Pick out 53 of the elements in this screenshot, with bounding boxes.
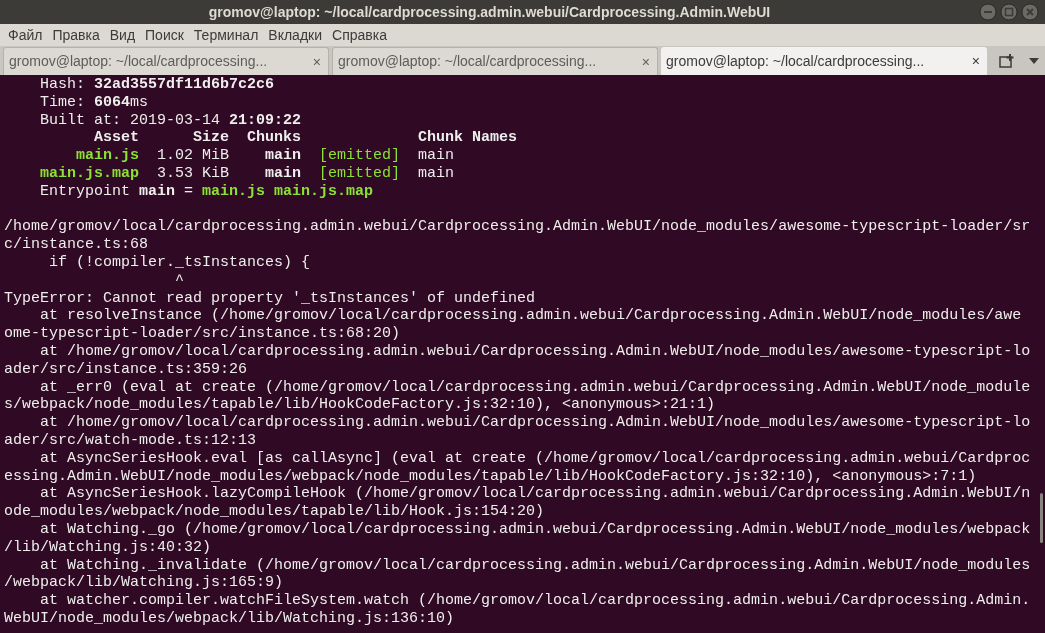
terminal-line: ader/src/watch-mode.ts:12:13 [4,431,257,450]
terminal-line: main.js 1.02 MiB main [emitted] main [75,147,455,165]
terminal-line: Time: 6064ms [39,93,149,112]
terminal-line: ome-typescript-loader/src/instance.ts:68:20) [4,325,401,343]
terminal-line: main.js.map 3.53 KiB main [emitted] main [39,165,455,183]
terminal-line: /lib/Watching.js:40:32) [4,538,212,557]
menu-item[interactable]: Вид [104,24,141,46]
terminal-line: ader/src/instance.ts:359:26 [4,360,248,379]
terminal-line: essing.Admin.WebUI/node_modules/webpack/node_modules/tapable/lib/HookCodeFactory.js:32:10), <anonymous>:7:1) [4,467,977,486]
terminal-line: /webpack/lib/Watching.js:165:9) [4,574,284,593]
menu-item[interactable]: Файл [3,24,48,46]
terminal-line: ode_modules/webpack/node_modules/tapable/lib/Hook.js:154:20) [4,503,545,521]
terminal-line: at Watching._go (/home/gromov/local/cardprocessing.admin.webui/Cardprocessing.Admin.WebUI/node_modules/webpack [39,520,1031,539]
terminal-line: at _err0 (eval at create (/home/gromov/local/cardprocessing.admin.webui/Cardprocessing.Admin.WebUI/node_module [39,378,1031,397]
menu-item[interactable]: Вкладки [263,24,328,46]
window-title: gromov@laptop: ~/local/cardprocessing.admin.webui/Cardprocessing.Admin.WebUI [208,2,771,22]
terminal-line: at watcher.compiler.watchFileSystem.watch (/home/gromov/local/cardprocessing.admin.webui/Cardprocessing.Admin. [39,592,1031,610]
close-tab-button[interactable]: × [969,54,982,68]
menu-item[interactable]: Правка [47,24,105,46]
scrollbar[interactable] [1040,493,1043,543]
terminal-line: Built at: 2019-03-14 21:09:22 [39,111,302,130]
terminal-line: at resolveInstance (/home/gromov/local/cardprocessing.admin.webui/Cardprocessing.Admin.WebUI/node_modules/awe [39,307,1022,326]
terminal-line: at AsyncSeriesHook.lazyCompileHook (/home/gromov/local/cardprocessing.admin.webui/Cardprocessing.Admin.WebUI/n [39,485,1031,504]
terminal-line: /home/gromov/local/cardprocessing.admin.webui/Cardprocessing.Admin.WebUI/node_modules/awesome-typescript-loader/sr [4,218,1031,237]
tab-label: gromov@laptop: ~/local/cardprocessing... [338,52,597,71]
terminal-line: at AsyncSeriesHook.eval [as callAsync] (eval at create (/home/gromov/local/cardprocessing.admin.webui/Cardproc [39,449,1031,468]
tab-label: gromov@laptop: ~/local/cardprocessing... [9,52,268,71]
terminal-line: c/instance.ts:68 [4,236,149,254]
terminal-line: TypeError: Cannot read property '_tsInstances' of undefined [4,289,536,308]
close-tab-button[interactable]: × [310,54,323,69]
menu-item[interactable]: Справка [327,24,392,46]
terminal-line: at /home/gromov/local/cardprocessing.admin.webui/Cardprocessing.Admin.WebUI/node_modules/awesome-typescript-lo [39,342,1031,361]
terminal-line: ^ [174,271,185,290]
minimize-button[interactable] [979,3,997,21]
menu-item[interactable]: Терминал [188,24,264,46]
dropdown-icon[interactable] [1029,58,1039,64]
tab-label: gromov@laptop: ~/local/cardprocessing... [666,51,925,71]
terminal-line: at Watching._invalidate (/home/gromov/local/cardprocessing.admin.webui/Cardprocessing.Admin.WebUI/node_modules [39,556,1031,575]
terminal-line: s/webpack/node_modules/tapable/lib/HookCodeFactory.js:32:10), <anonymous>:21:1) [4,396,716,415]
close-button[interactable] [1021,3,1039,21]
terminal-line: Entrypoint main = main.js main.js.map [39,182,374,201]
maximize-button[interactable] [1000,3,1018,21]
close-tab-button[interactable]: × [639,54,652,69]
tab[interactable]: gromov@laptop: ~/local/cardprocessing... × [3,47,329,75]
terminal-line: Asset Size Chunks Chunk Names [93,129,518,148]
tab[interactable]: gromov@laptop: ~/local/cardprocessing... × [332,47,658,75]
terminal-line: at /home/gromov/local/cardprocessing.admin.webui/Cardprocessing.Admin.WebUI/node_modules/awesome-typescript-lo [39,414,1031,432]
new-tab-icon[interactable] [999,53,1015,69]
terminal-line: Hash: 32ad3557df11d6b7c2c6 [39,76,275,94]
terminal-line: if (!compiler._tsInstances) { [48,253,311,272]
menu-item[interactable]: Поиск [140,24,189,46]
tab[interactable]: gromov@laptop: ~/local/cardprocessing... × [661,47,987,75]
terminal-line: WebUI/node_modules/webpack/lib/Watching.js:136:10) [4,609,455,628]
